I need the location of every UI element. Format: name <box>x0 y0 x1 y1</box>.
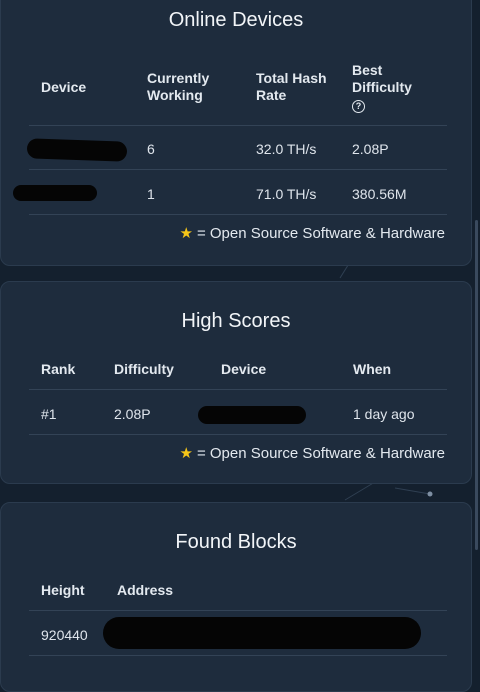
device-name-redacted <box>13 185 97 201</box>
star-icon: ★ <box>179 225 193 242</box>
currently-working-value: 1 <box>147 186 155 202</box>
best-difficulty-value: 2.08P <box>352 141 389 157</box>
online-devices-title: Online Devices <box>168 9 304 31</box>
rank-value: #1 <box>41 406 57 422</box>
high-scores-title: High Scores <box>181 310 291 332</box>
best-difficulty-label: Best Difficulty <box>352 62 412 95</box>
col-total-hash-rate-header: Total Hash Rate <box>256 70 327 103</box>
open-source-note-text: = Open Source Software & Hardware <box>196 445 445 462</box>
col-address-header: Address <box>117 582 174 598</box>
difficulty-value: 2.08P <box>114 406 151 422</box>
hash-rate-value: 32.0 TH/s <box>256 141 317 157</box>
device-name-redacted <box>198 406 306 424</box>
found-blocks-card: Found Blocks Height Address 920440 <box>0 502 472 692</box>
divider <box>29 434 447 435</box>
open-source-note-text: = Open Source Software & Hardware <box>196 225 445 242</box>
device-name-redacted <box>26 138 128 162</box>
open-source-note: ★ = Open Source Software & Hardware <box>180 224 446 242</box>
divider <box>29 125 447 126</box>
divider <box>29 655 447 656</box>
col-currently-working-header: Currently Working <box>147 70 210 103</box>
col-device-header: Device <box>221 361 267 377</box>
divider <box>29 610 447 611</box>
when-value: 1 day ago <box>353 406 415 422</box>
col-best-difficulty-header: Best Difficulty ? <box>352 62 432 113</box>
help-circle-icon[interactable]: ? <box>352 99 365 113</box>
open-source-note: ★ = Open Source Software & Hardware <box>180 444 446 462</box>
online-devices-card: Online Devices Device Currently Working … <box>0 0 472 266</box>
divider <box>29 389 447 390</box>
scrollbar[interactable] <box>475 220 478 550</box>
star-icon: ★ <box>179 445 193 462</box>
best-difficulty-value: 380.56M <box>352 186 407 202</box>
divider <box>29 214 447 215</box>
found-blocks-title: Found Blocks <box>175 531 297 553</box>
divider <box>29 169 447 170</box>
hash-rate-value: 71.0 TH/s <box>256 186 317 202</box>
col-difficulty-header: Difficulty <box>114 361 174 377</box>
address-redacted <box>103 617 421 649</box>
high-scores-card: High Scores Rank Difficulty Device When … <box>0 281 472 484</box>
col-height-header: Height <box>41 582 85 598</box>
currently-working-value: 6 <box>147 141 155 157</box>
block-height-value: 920440 <box>41 627 88 643</box>
col-when-header: When <box>353 361 392 377</box>
col-rank-header: Rank <box>41 361 76 377</box>
col-device-header: Device <box>41 79 87 95</box>
